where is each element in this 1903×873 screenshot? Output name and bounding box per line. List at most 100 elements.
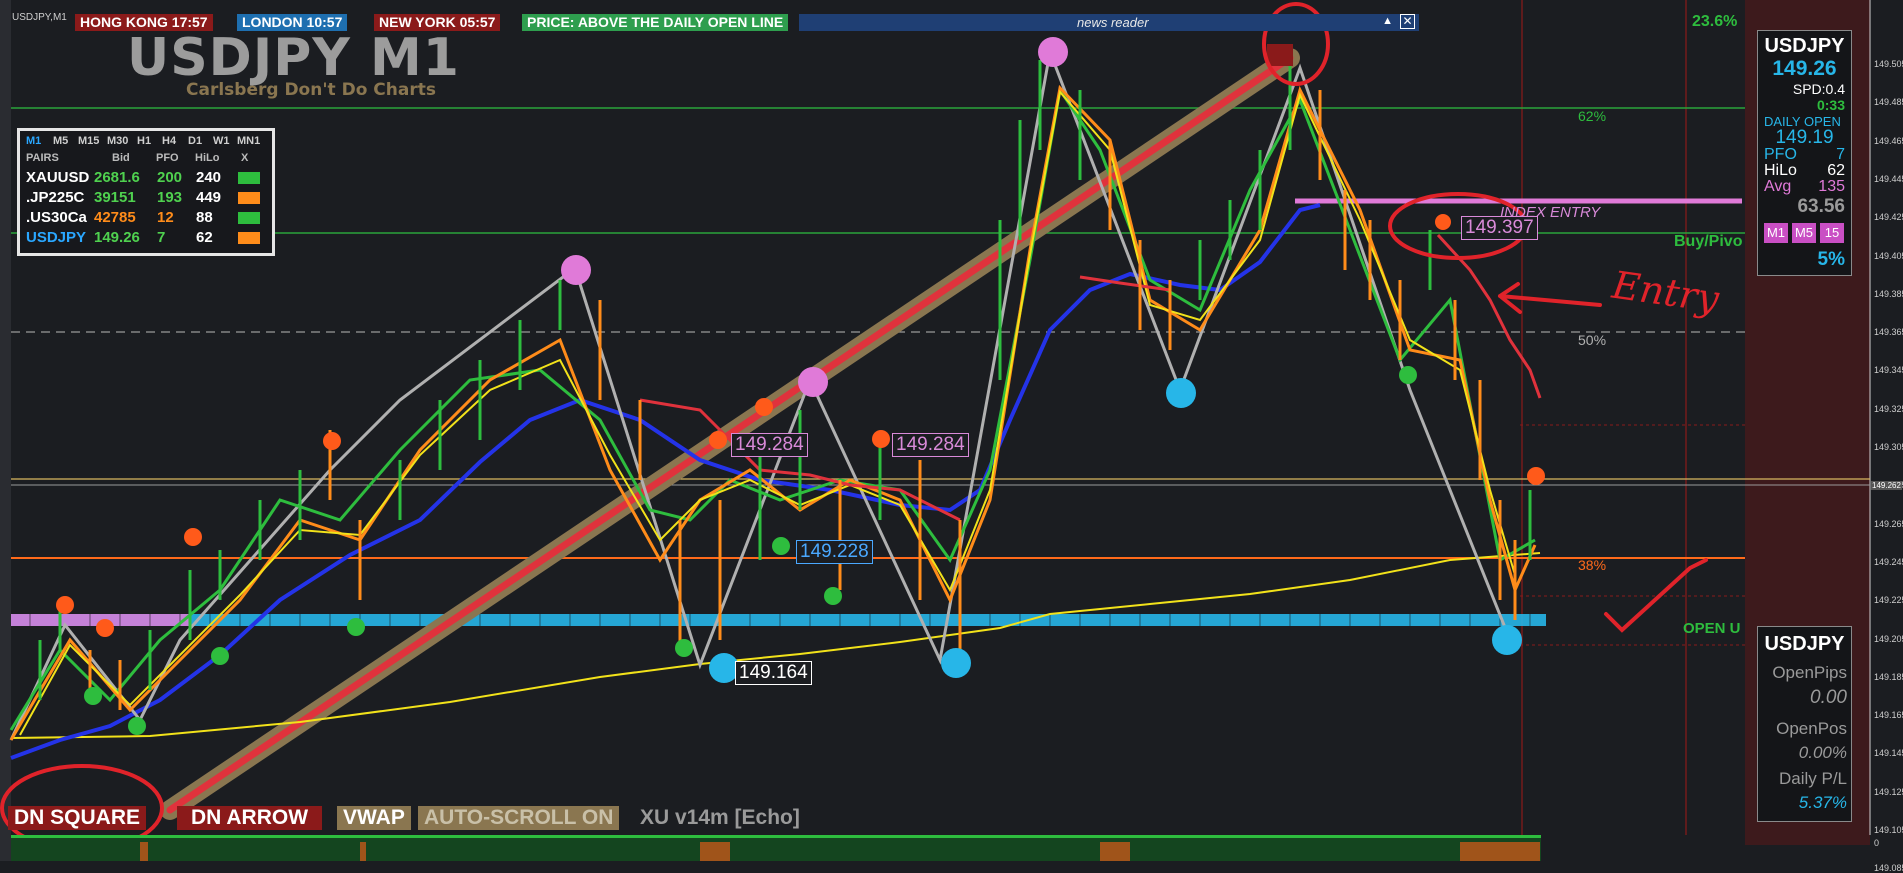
price-label: 149.397: [1461, 216, 1538, 240]
price-axis-label: 149.185: [1874, 671, 1903, 682]
price-status-badge: PRICE: ABOVE THE DAILY OPEN LINE: [522, 14, 789, 31]
price-chart[interactable]: [0, 0, 1903, 861]
watchlist-panel: M1 M5 M15 M30 H1 H4 D1 W1 MN1 PAIRS Bid …: [17, 128, 275, 256]
watchlist-bid: 149.26: [94, 229, 140, 246]
watchlist-pair[interactable]: .JP225C: [26, 189, 84, 207]
avg-label: Avg: [1764, 178, 1792, 195]
price-axis-label: 149.365: [1874, 327, 1903, 338]
info-percent: 5%: [1817, 249, 1845, 270]
price-axis-label: 149.085: [1874, 863, 1903, 873]
fib-62-label: 62%: [1578, 108, 1607, 124]
price-axis-label: 149.445: [1874, 173, 1903, 184]
version-label: XU v14m [Echo]: [640, 806, 800, 829]
price-axis-label: 149.485: [1874, 97, 1903, 108]
symbol-title: USDJPY M1: [127, 28, 460, 88]
price-axis-label: 149.425: [1874, 212, 1903, 223]
open-pos-value: 0.00%: [1798, 743, 1847, 762]
watchlist-status-box: [238, 192, 260, 204]
pl-panel: USDJPY OpenPips 0.00 OpenPos 0.00% Daily…: [1757, 626, 1852, 822]
news-close-icon[interactable]: ✕: [1400, 14, 1415, 29]
dn-square-button[interactable]: DN SQUARE: [8, 806, 147, 830]
price-axis-label: 149.145: [1874, 748, 1903, 759]
watchlist-hilo: 449: [196, 189, 222, 206]
watchlist-hilo: 88: [196, 209, 213, 226]
price-label: 149.164: [735, 661, 812, 685]
price-axis-label: 149.405: [1874, 250, 1903, 261]
axis-zero-label: 0: [1874, 838, 1880, 848]
fib-38-label: 38%: [1578, 557, 1607, 573]
fib-50-label: 50%: [1578, 332, 1607, 348]
watchlist-status-box: [238, 172, 260, 184]
watchlist-hilo: 62: [196, 229, 213, 246]
price-axis-label: 149.325: [1874, 403, 1903, 414]
tf-m15[interactable]: M15: [78, 135, 99, 147]
tf-w1[interactable]: W1: [213, 135, 230, 147]
symbol-info-panel: USDJPY 149.26 SPD:0.4 0:33 DAILY OPEN 14…: [1757, 30, 1852, 276]
price-axis-label: 149.465: [1874, 135, 1903, 146]
price-axis-label: 149.305: [1874, 442, 1903, 452]
watchlist-pair[interactable]: USDJPY: [26, 229, 86, 247]
current-price-marker: 149.262: [1871, 481, 1902, 490]
tf-mn1[interactable]: MN1: [237, 135, 260, 147]
watchlist-status-box: [238, 232, 260, 244]
tf-button-m5[interactable]: M5: [1792, 223, 1816, 243]
tf-m5[interactable]: M5: [53, 135, 68, 147]
watchlist-status-box: [238, 212, 260, 224]
header-bid: Bid: [112, 152, 130, 164]
price-axis-label: 149.265: [1874, 518, 1903, 529]
watchlist-bid: 2681.6: [94, 169, 140, 186]
avg-value: 135: [1818, 178, 1845, 195]
price-label: 149.284: [731, 433, 808, 457]
price-axis-label: 149.125: [1874, 786, 1903, 797]
buy-pivot-label: Buy/Pivo: [1674, 233, 1743, 250]
window-caption: USDJPY,M1: [12, 12, 67, 23]
watchlist-pair[interactable]: .US30Ca: [26, 209, 87, 227]
info-timer: 0:33: [1816, 97, 1845, 113]
price-axis-label: 149.205: [1874, 633, 1903, 644]
header-x: X: [241, 152, 249, 164]
vwap-button[interactable]: VWAP: [337, 806, 411, 830]
watchlist-pair[interactable]: XAUUSD: [26, 169, 89, 187]
price-axis-label: 149.225: [1874, 595, 1903, 606]
tf-d1[interactable]: D1: [188, 135, 202, 147]
auto-scroll-button[interactable]: AUTO-SCROLL ON: [418, 806, 620, 830]
price-label: 149.228: [796, 540, 873, 564]
price-axis-label: 149.105: [1874, 825, 1903, 835]
pl-symbol: USDJPY: [1764, 633, 1845, 655]
open-level-label: OPEN U: [1683, 620, 1741, 637]
watchlist-pfo: 7: [157, 229, 166, 246]
tf-h4[interactable]: H4: [162, 135, 176, 147]
header-pairs: PAIRS: [26, 152, 59, 164]
watchlist-bid: 39151: [94, 189, 136, 206]
price-axis-label: 149.245: [1874, 556, 1903, 567]
header-hilo: HiLo: [195, 152, 220, 164]
news-up-icon[interactable]: ▲: [1382, 15, 1393, 27]
tf-m1[interactable]: M1: [26, 135, 41, 147]
open-pos-label: OpenPos: [1776, 719, 1847, 738]
tf-button-m1[interactable]: M1: [1764, 223, 1788, 243]
price-axis-label: 149.165: [1874, 710, 1903, 721]
news-reader-bar[interactable]: news reader ▲ ✕: [799, 14, 1419, 31]
open-pips-label: OpenPips: [1772, 663, 1847, 682]
watchlist-bid: 42785: [94, 209, 136, 226]
daily-pl-value: 5.37%: [1798, 793, 1847, 812]
info-price: 149.26: [1772, 57, 1837, 80]
news-reader-label: news reader: [1077, 15, 1149, 30]
avg-number: 63.56: [1797, 196, 1845, 217]
info-symbol: USDJPY: [1764, 35, 1845, 57]
price-label: 149.284: [892, 433, 969, 457]
watchlist-pfo: 12: [157, 209, 174, 226]
tf-button-15[interactable]: 15: [1820, 223, 1844, 243]
price-axis-label: 149.385: [1874, 288, 1903, 299]
price-axis-label: 149.345: [1874, 365, 1903, 376]
dn-arrow-button[interactable]: DN ARROW: [177, 806, 323, 830]
info-spread: SPD:0.4: [1792, 81, 1845, 97]
chart-subtitle: Carlsberg Don't Do Charts: [186, 80, 436, 100]
open-pips-value: 0.00: [1810, 687, 1847, 708]
watchlist-pfo: 200: [157, 169, 183, 186]
fib-23-6-label: 23.6%: [1692, 13, 1738, 30]
header-pfo: PFO: [156, 152, 179, 164]
tf-h1[interactable]: H1: [137, 135, 151, 147]
tf-m30[interactable]: M30: [107, 135, 128, 147]
price-axis-label: 149.505: [1874, 59, 1903, 69]
